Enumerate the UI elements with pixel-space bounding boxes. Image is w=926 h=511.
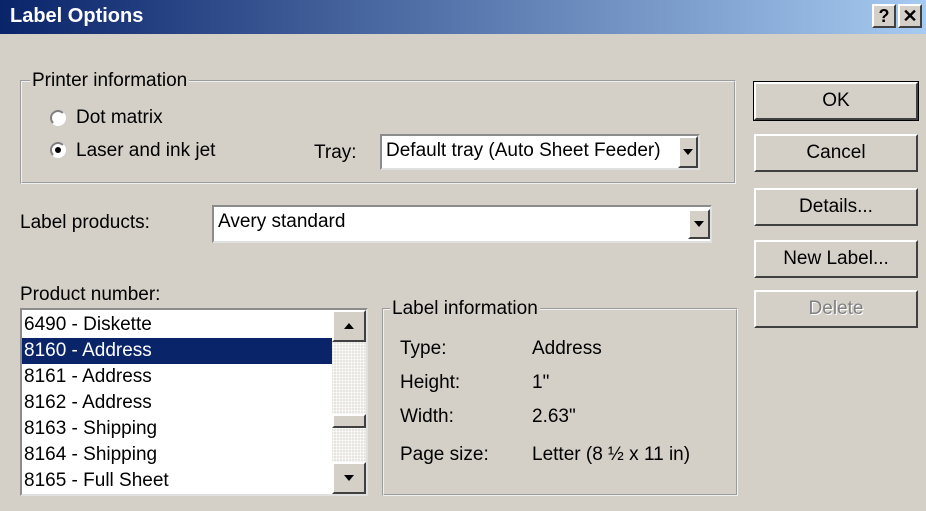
label-products-combobox[interactable]: Avery standard xyxy=(212,205,712,243)
list-scrollbar[interactable] xyxy=(332,310,366,494)
height-label: Height: xyxy=(400,372,461,393)
ok-button[interactable]: OK xyxy=(753,81,919,121)
chevron-down-icon xyxy=(344,475,354,481)
list-item[interactable]: 8163 - Shipping xyxy=(22,416,332,442)
list-item[interactable]: 8161 - Address xyxy=(22,364,332,390)
scroll-thumb[interactable] xyxy=(332,414,366,428)
list-item-selected[interactable]: 8160 - Address xyxy=(22,338,332,364)
label-products-label: Label products: xyxy=(20,212,150,233)
tray-combobox[interactable]: Default tray (Auto Sheet Feeder) xyxy=(380,134,700,170)
delete-button[interactable]: Delete xyxy=(754,290,918,328)
label-info-group: Type: Address Height: 1" Width: 2.63" Pa… xyxy=(382,308,738,496)
printer-info-legend: Printer information xyxy=(30,70,190,92)
cancel-button[interactable]: Cancel xyxy=(754,134,918,172)
chevron-down-icon xyxy=(694,221,704,227)
scroll-down-button[interactable] xyxy=(332,462,366,494)
dot-matrix-label[interactable]: Dot matrix xyxy=(76,107,163,129)
label-info-legend: Label information xyxy=(390,298,540,320)
label-options-dialog: Label Options ? ✕ Printer information Do… xyxy=(0,0,926,511)
window-title: Label Options xyxy=(10,5,144,27)
list-item[interactable]: 8162 - Address xyxy=(22,390,332,416)
label-products-value: Avery standard xyxy=(218,211,346,232)
close-button[interactable]: ✕ xyxy=(898,4,922,28)
label-products-dropdown-button[interactable] xyxy=(688,209,710,239)
tray-value: Default tray (Auto Sheet Feeder) xyxy=(386,140,661,161)
width-label: Width: xyxy=(400,406,454,427)
list-item[interactable]: 8164 - Shipping xyxy=(22,442,332,468)
page-size-value: Letter (8 ½ x 11 in) xyxy=(532,444,691,465)
chevron-up-icon xyxy=(344,323,354,329)
list-item[interactable]: 8165 - Full Sheet xyxy=(22,468,332,494)
title-bar[interactable]: Label Options ? ✕ xyxy=(0,0,926,34)
scroll-up-button[interactable] xyxy=(332,310,366,342)
height-value: 1" xyxy=(532,372,550,393)
chevron-down-icon xyxy=(683,149,693,155)
tray-dropdown-button[interactable] xyxy=(678,136,698,168)
laser-label[interactable]: Laser and ink jet xyxy=(76,140,215,162)
help-button[interactable]: ? xyxy=(872,4,896,28)
details-button[interactable]: Details... xyxy=(754,188,918,226)
type-label: Type: xyxy=(400,338,447,359)
list-item[interactable]: 6490 - Diskette xyxy=(22,312,332,338)
new-label-button[interactable]: New Label... xyxy=(754,240,918,278)
laser-radio[interactable] xyxy=(50,142,66,158)
dot-matrix-radio[interactable] xyxy=(50,110,66,126)
product-number-label: Product number: xyxy=(20,284,161,305)
product-number-list[interactable]: 6490 - Diskette 8160 - Address 8161 - Ad… xyxy=(20,308,368,496)
width-value: 2.63" xyxy=(532,406,576,427)
radio-selected-dot xyxy=(55,147,61,153)
page-size-label: Page size: xyxy=(400,444,489,465)
type-value: Address xyxy=(532,338,602,359)
tray-label: Tray: xyxy=(314,142,357,163)
